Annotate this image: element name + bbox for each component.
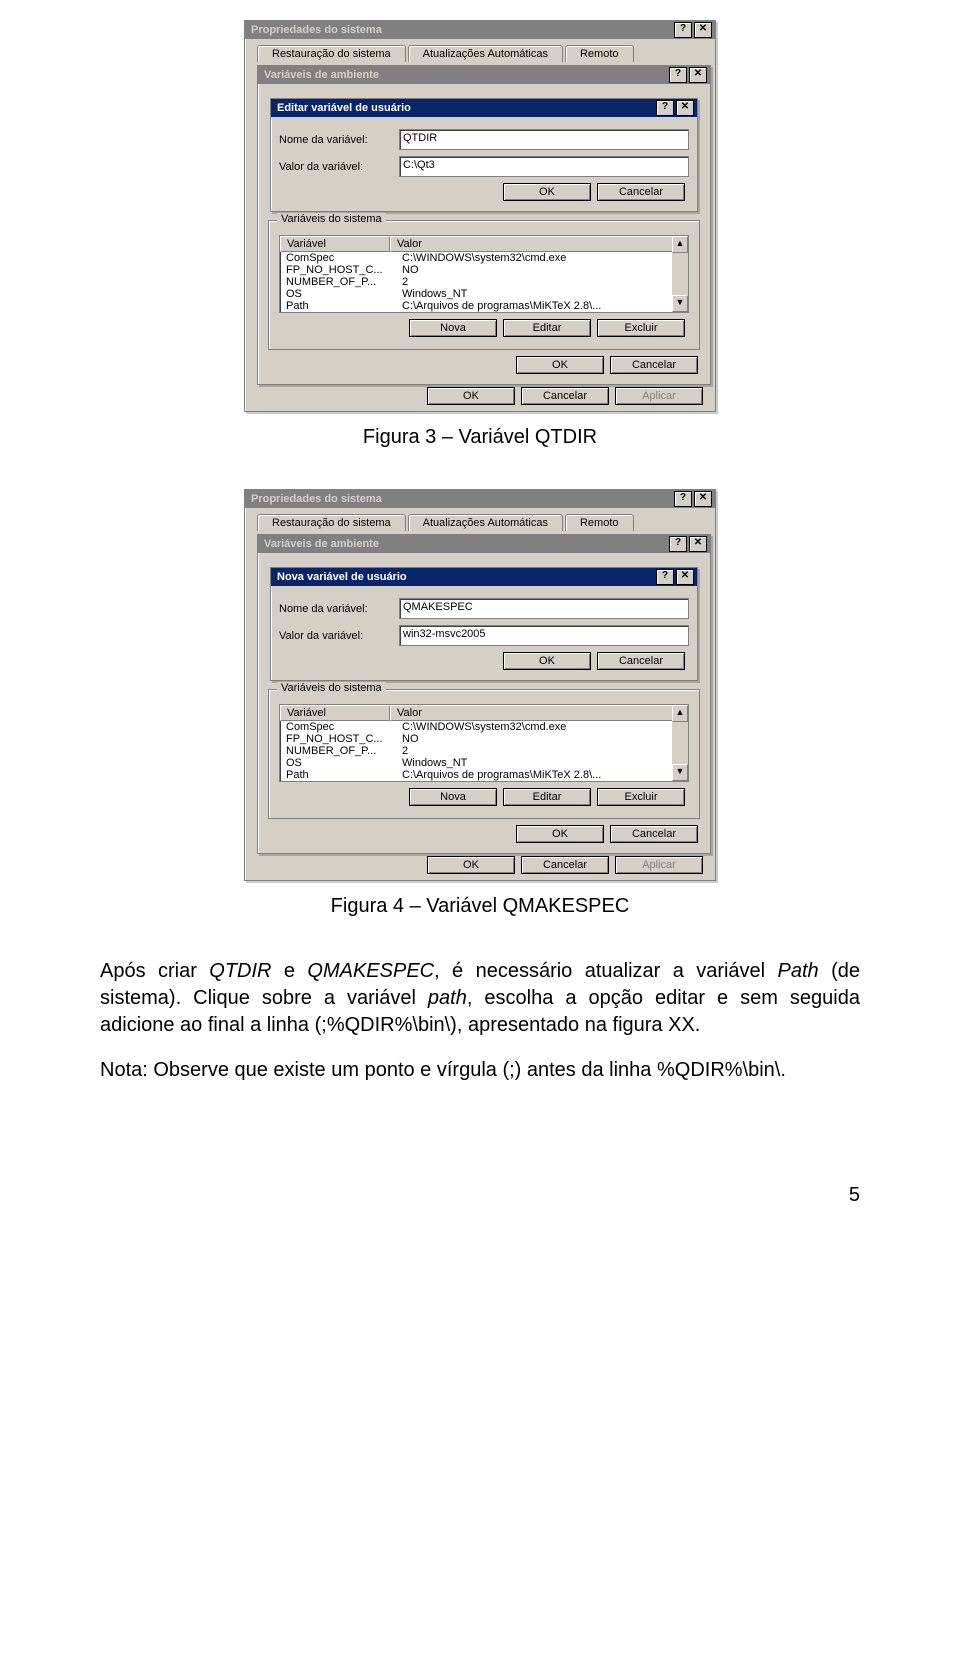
column-header-value[interactable]: Valor — [390, 236, 688, 252]
system-properties-titlebar: Propriedades do sistema ? ✕ — [245, 490, 715, 508]
new-user-variable-titlebar: Nova variável de usuário ? ✕ — [271, 568, 697, 586]
scroll-down-icon[interactable]: ▼ — [672, 764, 688, 781]
edit-user-variable-title: Editar variável de usuário — [277, 99, 411, 117]
close-icon[interactable]: ✕ — [689, 536, 707, 552]
list-item: NUMBER_OF_P...2 — [280, 745, 688, 757]
system-properties-title: Propriedades do sistema — [251, 21, 382, 39]
new-button[interactable]: Nova — [409, 319, 497, 337]
column-header-variable[interactable]: Variável — [280, 236, 390, 252]
figure-3-screenshot: Propriedades do sistema ? ✕ Restauração … — [244, 20, 716, 412]
help-icon[interactable]: ? — [669, 67, 687, 83]
close-icon[interactable]: ✕ — [676, 100, 694, 116]
variable-name-label: Nome da variável: — [279, 134, 399, 146]
column-header-value[interactable]: Valor — [390, 705, 688, 721]
figure-3-caption: Figura 3 – Variável QTDIR — [100, 426, 860, 449]
ok-button[interactable]: OK — [427, 856, 515, 874]
ok-button[interactable]: OK — [516, 356, 604, 374]
list-item: NUMBER_OF_P...2 — [280, 276, 688, 288]
close-icon[interactable]: ✕ — [689, 67, 707, 83]
tab-auto-updates[interactable]: Atualizações Automáticas — [408, 45, 563, 62]
edit-button[interactable]: Editar — [503, 319, 591, 337]
system-variables-group: Variáveis do sistema Variável Valor ComS… — [268, 220, 700, 350]
list-item: FP_NO_HOST_C...NO — [280, 264, 688, 276]
system-properties-titlebar: Propriedades do sistema ? ✕ — [245, 21, 715, 39]
new-button[interactable]: Nova — [409, 788, 497, 806]
close-icon[interactable]: ✕ — [694, 491, 712, 507]
help-icon[interactable]: ? — [669, 536, 687, 552]
variable-name-label: Nome da variável: — [279, 603, 399, 615]
list-item: FP_NO_HOST_C...NO — [280, 733, 688, 745]
cancel-button[interactable]: Cancelar — [610, 356, 698, 374]
cancel-button[interactable]: Cancelar — [521, 387, 609, 405]
edit-user-variable-titlebar: Editar variável de usuário ? ✕ — [271, 99, 697, 117]
system-variables-group-label: Variáveis do sistema — [277, 682, 386, 694]
list-item: ComSpecC:\WINDOWS\system32\cmd.exe — [280, 721, 688, 733]
system-variables-group-label: Variáveis do sistema — [277, 213, 386, 225]
figure-4-caption: Figura 4 – Variável QMAKESPEC — [100, 895, 860, 918]
edit-user-variable-window: Editar variável de usuário ? ✕ Nome da v… — [270, 98, 698, 212]
delete-button[interactable]: Excluir — [597, 319, 685, 337]
list-item: PathC:\Arquivos de programas\MiKTeX 2.8\… — [280, 300, 688, 312]
edit-button[interactable]: Editar — [503, 788, 591, 806]
ok-button[interactable]: OK — [516, 825, 604, 843]
variable-value-input[interactable]: C:\Qt3 — [399, 156, 689, 177]
ok-button[interactable]: OK — [503, 183, 591, 201]
system-variables-group: Variáveis do sistema Variável Valor ComS… — [268, 689, 700, 819]
ok-button[interactable]: OK — [427, 387, 515, 405]
new-user-variable-window: Nova variável de usuário ? ✕ Nome da var… — [270, 567, 698, 681]
ok-button[interactable]: OK — [503, 652, 591, 670]
env-variables-window: Variáveis de ambiente ? ✕ Nova variável … — [257, 534, 711, 854]
scroll-down-icon[interactable]: ▼ — [672, 295, 688, 312]
list-item: OSWindows_NT — [280, 757, 688, 769]
apply-button[interactable]: Aplicar — [615, 387, 703, 405]
env-variables-title: Variáveis de ambiente — [264, 535, 379, 553]
new-user-variable-title: Nova variável de usuário — [277, 568, 407, 586]
system-properties-window: Propriedades do sistema ? ✕ Restauração … — [244, 20, 716, 412]
vertical-scrollbar[interactable]: ▲ ▼ — [672, 705, 688, 781]
scroll-up-icon[interactable]: ▲ — [672, 236, 688, 253]
variable-name-input[interactable]: QTDIR — [399, 129, 689, 150]
cancel-button[interactable]: Cancelar — [597, 183, 685, 201]
env-variables-window: Variáveis de ambiente ? ✕ Editar variáve… — [257, 65, 711, 385]
close-icon[interactable]: ✕ — [676, 569, 694, 585]
system-variables-list[interactable]: Variável Valor ComSpecC:\WINDOWS\system3… — [279, 235, 689, 313]
system-properties-window: Propriedades do sistema ? ✕ Restauração … — [244, 489, 716, 881]
body-paragraph-1: Após criar QTDIR e QMAKESPEC, é necessár… — [100, 958, 860, 1039]
apply-button[interactable]: Aplicar — [615, 856, 703, 874]
tab-remote[interactable]: Remoto — [565, 514, 634, 531]
variable-value-label: Valor da variável: — [279, 161, 399, 173]
env-variables-titlebar: Variáveis de ambiente ? ✕ — [258, 535, 710, 553]
list-item: OSWindows_NT — [280, 288, 688, 300]
tab-system-restore[interactable]: Restauração do sistema — [257, 514, 406, 531]
variable-value-input[interactable]: win32-msvc2005 — [399, 625, 689, 646]
variable-value-label: Valor da variável: — [279, 630, 399, 642]
cancel-button[interactable]: Cancelar — [610, 825, 698, 843]
body-paragraph-2: Nota: Observe que existe um ponto e vírg… — [100, 1057, 860, 1084]
system-variables-list[interactable]: Variável Valor ComSpecC:\WINDOWS\system3… — [279, 704, 689, 782]
cancel-button[interactable]: Cancelar — [521, 856, 609, 874]
scroll-up-icon[interactable]: ▲ — [672, 705, 688, 722]
column-header-variable[interactable]: Variável — [280, 705, 390, 721]
help-icon[interactable]: ? — [674, 22, 692, 38]
list-item: ComSpecC:\WINDOWS\system32\cmd.exe — [280, 252, 688, 264]
env-variables-titlebar: Variáveis de ambiente ? ✕ — [258, 66, 710, 84]
help-icon[interactable]: ? — [674, 491, 692, 507]
system-properties-title: Propriedades do sistema — [251, 490, 382, 508]
figure-4-screenshot: Propriedades do sistema ? ✕ Restauração … — [244, 489, 716, 881]
variable-name-input[interactable]: QMAKESPEC — [399, 598, 689, 619]
close-icon[interactable]: ✕ — [694, 22, 712, 38]
vertical-scrollbar[interactable]: ▲ ▼ — [672, 236, 688, 312]
page-number: 5 — [100, 1184, 860, 1207]
tab-system-restore[interactable]: Restauração do sistema — [257, 45, 406, 62]
list-item: PathC:\Arquivos de programas\MiKTeX 2.8\… — [280, 769, 688, 781]
tab-auto-updates[interactable]: Atualizações Automáticas — [408, 514, 563, 531]
cancel-button[interactable]: Cancelar — [597, 652, 685, 670]
help-icon[interactable]: ? — [656, 100, 674, 116]
env-variables-title: Variáveis de ambiente — [264, 66, 379, 84]
help-icon[interactable]: ? — [656, 569, 674, 585]
delete-button[interactable]: Excluir — [597, 788, 685, 806]
tab-remote[interactable]: Remoto — [565, 45, 634, 62]
